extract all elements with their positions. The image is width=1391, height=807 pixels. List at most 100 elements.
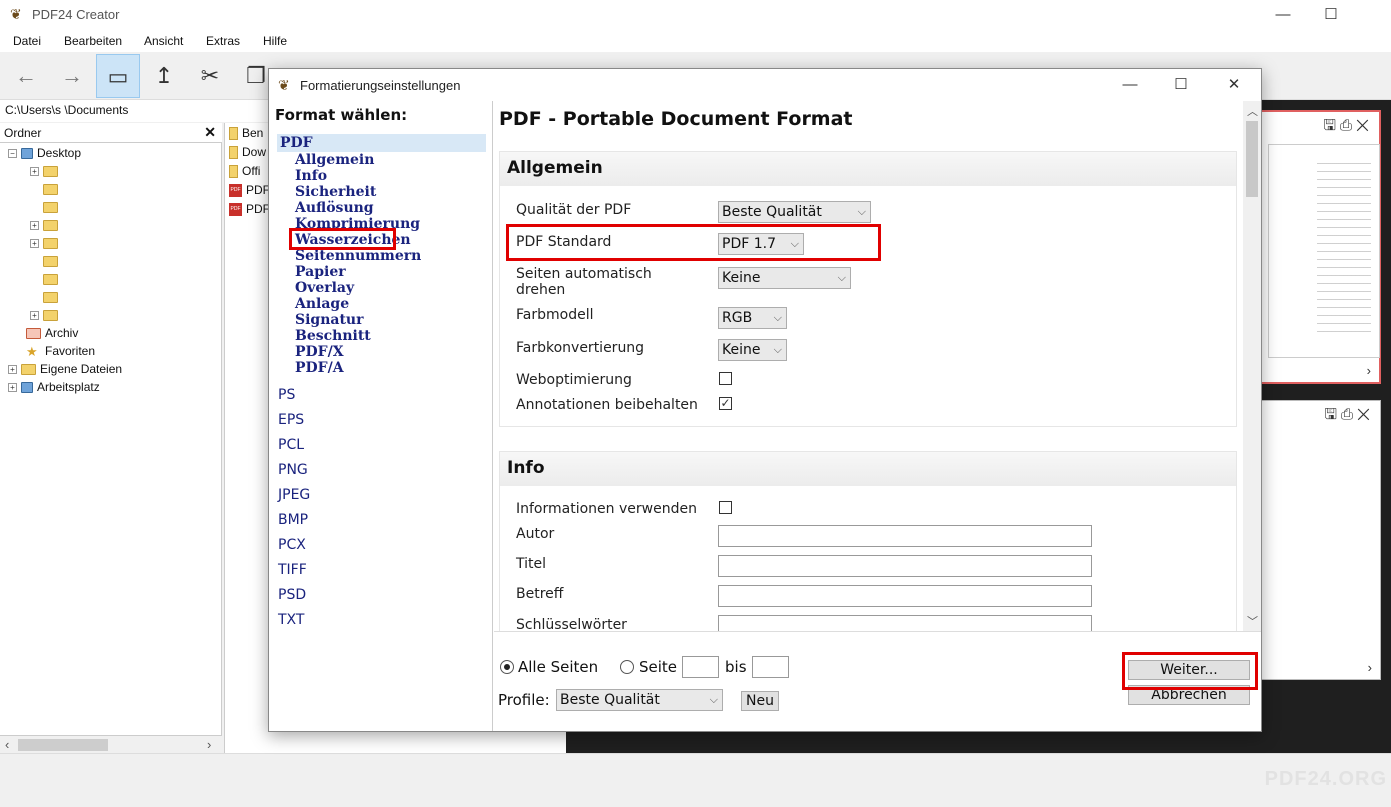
maximize-icon[interactable]: ☐ — [1166, 75, 1196, 95]
list-item[interactable]: PDF PDF — [229, 200, 270, 218]
pdf24-logo-icon: ❦ — [278, 77, 290, 93]
annotationen-checkbox[interactable]: ✓ — [719, 397, 732, 410]
tree-item-arbeitsplatz[interactable]: + Arbeitsplatz — [8, 379, 100, 396]
collapse-icon[interactable]: − — [8, 149, 17, 159]
tree-item[interactable] — [43, 199, 62, 216]
nav-pdfx[interactable]: PDF/X — [295, 344, 344, 360]
tree-item[interactable]: + — [30, 307, 62, 324]
seite-from-input[interactable] — [682, 656, 719, 678]
info-use-checkbox[interactable] — [719, 501, 732, 514]
section-title: Info — [507, 458, 545, 478]
tree-item[interactable] — [43, 181, 62, 198]
tree-item[interactable]: + — [30, 235, 62, 252]
nav-allgemein[interactable]: Allgemein — [295, 152, 374, 168]
section-info: Info Informationen verwenden Autor Titel… — [499, 451, 1237, 631]
expand-icon[interactable]: + — [30, 221, 39, 231]
expand-icon[interactable]: + — [8, 365, 17, 375]
vertical-scrollbar[interactable]: ︿ ﹀ — [1243, 101, 1261, 631]
format-txt[interactable]: TXT — [278, 612, 304, 628]
list-item[interactable]: Offi — [229, 162, 260, 180]
nav-beschnitt[interactable]: Beschnitt — [295, 328, 371, 344]
scroll-thumb[interactable] — [1246, 121, 1258, 197]
format-bmp[interactable]: BMP — [278, 512, 308, 528]
document-preview-2[interactable]: 🖫⎙✕ › — [1258, 400, 1381, 680]
nav-seitennummern[interactable]: Seitennummern — [295, 248, 421, 264]
tree-item-favoriten[interactable]: ★ Favoriten — [26, 343, 95, 360]
cut-scissors-icon[interactable]: ✂ — [188, 54, 232, 98]
nav-info[interactable]: Info — [295, 168, 327, 184]
format-ps[interactable]: PS — [278, 387, 295, 403]
expand-icon[interactable]: + — [30, 239, 39, 249]
nav-papier[interactable]: Papier — [295, 264, 346, 280]
format-pcx[interactable]: PCX — [278, 537, 306, 553]
betreff-input[interactable] — [718, 585, 1092, 607]
scroll-thumb[interactable] — [18, 739, 108, 751]
scroll-right-icon[interactable]: › — [207, 737, 211, 752]
format-pdf[interactable]: PDF — [277, 134, 486, 152]
list-item[interactable]: PDF PDF — [229, 181, 270, 199]
expand-icon[interactable]: + — [30, 167, 39, 177]
up-arrow-icon[interactable]: ↥ — [142, 54, 186, 98]
alle-seiten-radio[interactable] — [500, 660, 514, 674]
preview-toolbar-icons[interactable]: 🖫⎙✕ — [1323, 115, 1373, 140]
format-png[interactable]: PNG — [278, 462, 308, 478]
seite-radio[interactable] — [620, 660, 634, 674]
back-arrow-icon[interactable]: ← — [4, 54, 48, 98]
menu-datei[interactable]: Datei — [13, 34, 41, 48]
list-item[interactable]: Dow — [229, 143, 266, 161]
format-pcl[interactable]: PCL — [278, 437, 304, 453]
farbmodell-select[interactable]: RGB ⌵ — [718, 307, 787, 329]
folder-view-icon[interactable]: ▭ — [96, 54, 140, 98]
seite-to-input[interactable] — [752, 656, 789, 678]
nav-overlay[interactable]: Overlay — [295, 280, 354, 296]
autor-input[interactable] — [718, 525, 1092, 547]
tree-item[interactable] — [43, 253, 62, 270]
menu-ansicht[interactable]: Ansicht — [144, 34, 183, 48]
folder-icon — [229, 127, 238, 141]
expand-icon[interactable]: + — [30, 311, 39, 321]
format-psd[interactable]: PSD — [278, 587, 306, 603]
chevron-right-icon[interactable]: › — [1368, 660, 1372, 675]
minimize-icon[interactable]: — — [1268, 5, 1298, 25]
tree-item[interactable]: + — [30, 217, 62, 234]
qualitaet-select[interactable]: Beste Qualität ⌵ — [718, 201, 871, 223]
tree-item-eigene-dateien[interactable]: + Eigene Dateien — [8, 361, 122, 378]
list-item[interactable]: Ben — [229, 124, 263, 142]
chevron-right-icon[interactable]: › — [1367, 363, 1371, 378]
nav-signatur[interactable]: Signatur — [295, 312, 364, 328]
scroll-down-icon[interactable]: ﹀ — [1247, 613, 1258, 629]
maximize-icon[interactable]: ☐ — [1316, 5, 1346, 25]
nav-pdfa[interactable]: PDF/A — [295, 360, 344, 376]
minimize-icon[interactable]: — — [1115, 75, 1145, 95]
expand-icon[interactable]: + — [8, 383, 17, 393]
horizontal-scrollbar[interactable]: ‹ › — [0, 735, 222, 753]
menu-extras[interactable]: Extras — [206, 34, 240, 48]
close-icon[interactable]: ✕ — [1219, 75, 1249, 95]
tree-item[interactable]: + — [30, 163, 62, 180]
menu-bearbeiten[interactable]: Bearbeiten — [64, 34, 122, 48]
format-eps[interactable]: EPS — [278, 412, 304, 428]
tree-item[interactable] — [43, 271, 62, 288]
tree-item-archiv[interactable]: Archiv — [26, 325, 78, 342]
scroll-left-icon[interactable]: ‹ — [5, 737, 9, 752]
schluesselwoerter-input[interactable] — [718, 615, 1092, 631]
rotate-select[interactable]: Keine ⌵ — [718, 267, 851, 289]
titel-input[interactable] — [718, 555, 1092, 577]
tree-item[interactable] — [43, 289, 62, 306]
farbkonvertierung-select[interactable]: Keine ⌵ — [718, 339, 787, 361]
scroll-up-icon[interactable]: ︿ — [1247, 103, 1258, 119]
menu-hilfe[interactable]: Hilfe — [263, 34, 287, 48]
document-preview-1[interactable]: 🖫⎙✕ › — [1258, 110, 1381, 384]
neu-button[interactable]: Neu — [741, 691, 779, 711]
tree-item-desktop[interactable]: − Desktop — [8, 145, 81, 162]
preview-toolbar-icons[interactable]: 🖫⎙✕ — [1324, 404, 1374, 429]
nav-aufloesung[interactable]: Auflösung — [295, 200, 374, 216]
format-jpeg[interactable]: JPEG — [278, 487, 310, 503]
weboptimierung-checkbox[interactable] — [719, 372, 732, 385]
forward-arrow-icon[interactable]: → — [50, 54, 94, 98]
profile-select[interactable]: Beste Qualität ⌵ — [556, 689, 723, 711]
nav-sicherheit[interactable]: Sicherheit — [295, 184, 376, 200]
close-icon[interactable]: ✕ — [204, 124, 216, 141]
nav-anlage[interactable]: Anlage — [295, 296, 349, 312]
format-tiff[interactable]: TIFF — [278, 562, 307, 578]
